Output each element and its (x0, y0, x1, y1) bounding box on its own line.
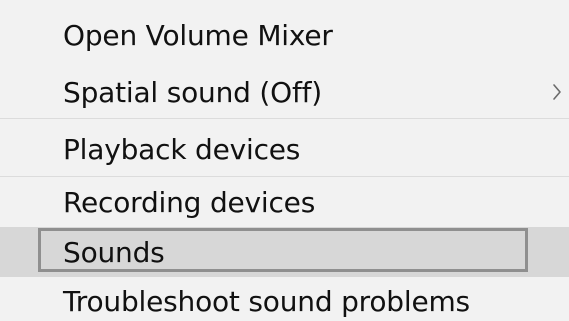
menu-item-label: Open Volume Mixer (63, 18, 333, 52)
menu-item-label: Spatial sound (Off) (63, 75, 322, 109)
menu-item-open-volume-mixer[interactable]: Open Volume Mixer (0, 10, 569, 60)
menu-item-recording-devices[interactable]: Recording devices (0, 177, 569, 227)
sound-context-menu: Open Volume Mixer Spatial sound (Off) Pl… (0, 0, 569, 321)
chevron-right-icon (551, 83, 563, 101)
menu-item-sounds[interactable]: Sounds (0, 227, 569, 277)
menu-item-troubleshoot-sound-problems[interactable]: Troubleshoot sound problems (0, 276, 569, 321)
menu-item-label: Playback devices (63, 132, 301, 166)
menu-separator (0, 118, 569, 119)
menu-item-label: Troubleshoot sound problems (63, 284, 470, 318)
menu-item-spatial-sound[interactable]: Spatial sound (Off) (0, 67, 569, 117)
menu-item-label: Recording devices (63, 185, 316, 219)
menu-item-playback-devices[interactable]: Playback devices (0, 124, 569, 174)
menu-item-label: Sounds (63, 235, 165, 269)
